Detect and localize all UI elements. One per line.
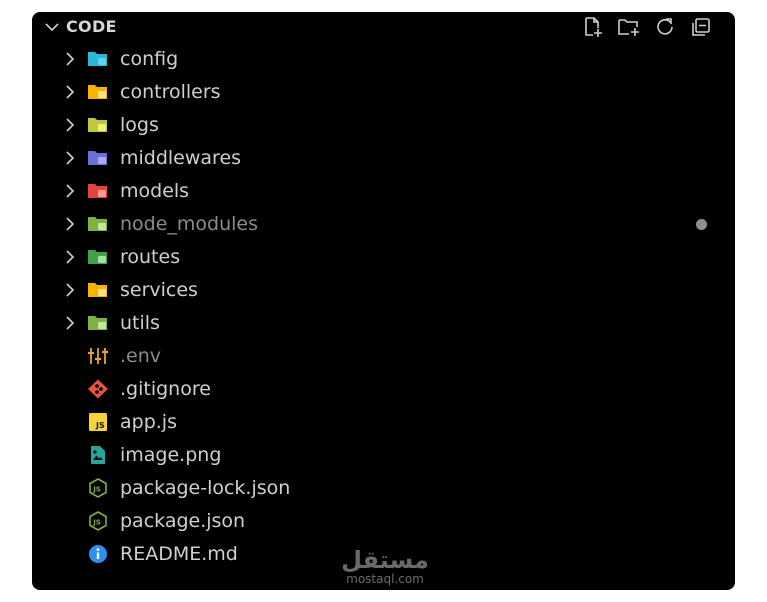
folder-item[interactable]: models bbox=[32, 175, 735, 208]
chevron-right-icon[interactable] bbox=[62, 51, 78, 67]
modified-indicator bbox=[696, 219, 707, 230]
item-label: .env bbox=[120, 345, 162, 367]
folder-models-icon bbox=[87, 181, 109, 201]
nodejs-icon: JS bbox=[87, 478, 109, 498]
refresh-icon[interactable] bbox=[653, 15, 677, 39]
folder-item[interactable]: logs bbox=[32, 109, 735, 142]
env-settings-icon bbox=[87, 346, 109, 366]
folder-logs-icon bbox=[87, 115, 109, 135]
file-item[interactable]: .gitignore bbox=[32, 373, 735, 406]
file-item[interactable]: image.png bbox=[32, 439, 735, 472]
folder-config-icon bbox=[87, 49, 109, 69]
file-item[interactable]: README.md bbox=[32, 538, 735, 571]
file-tree: config controllers logs middlewares models no… bbox=[32, 43, 735, 571]
svg-text:JS: JS bbox=[95, 421, 105, 430]
explorer-title: CODE bbox=[66, 17, 117, 36]
file-item[interactable]: JS package.json bbox=[32, 505, 735, 538]
chevron-right-icon[interactable] bbox=[62, 315, 78, 331]
file-item[interactable]: JS app.js bbox=[32, 406, 735, 439]
explorer-header[interactable]: CODE bbox=[32, 12, 735, 42]
javascript-icon: JS bbox=[87, 412, 109, 432]
item-label: .gitignore bbox=[120, 378, 211, 400]
item-label: models bbox=[120, 180, 190, 202]
explorer-panel: CODE config controllers logs middlewares… bbox=[32, 12, 735, 590]
chevron-down-icon[interactable] bbox=[44, 19, 60, 35]
folder-utils-icon bbox=[87, 313, 109, 333]
watermark-latin: mostaql.com bbox=[346, 572, 424, 586]
item-label: package.json bbox=[120, 510, 246, 532]
new-folder-icon[interactable] bbox=[617, 15, 641, 39]
item-label: app.js bbox=[120, 411, 177, 433]
chevron-right-icon[interactable] bbox=[62, 183, 78, 199]
svg-text:JS: JS bbox=[92, 519, 101, 527]
folder-item[interactable]: routes bbox=[32, 241, 735, 274]
item-label: utils bbox=[120, 312, 160, 334]
item-label: config bbox=[120, 48, 179, 70]
folder-node-icon bbox=[87, 214, 109, 234]
item-label: middlewares bbox=[120, 147, 242, 169]
explorer-actions bbox=[581, 15, 713, 39]
item-label: services bbox=[120, 279, 198, 301]
chevron-right-icon[interactable] bbox=[62, 216, 78, 232]
folder-middlewares-icon bbox=[87, 148, 109, 168]
file-item[interactable]: .env bbox=[32, 340, 735, 373]
folder-item[interactable]: node_modules bbox=[32, 208, 735, 241]
item-label: image.png bbox=[120, 444, 222, 466]
info-icon bbox=[87, 544, 109, 564]
folder-item[interactable]: services bbox=[32, 274, 735, 307]
item-label: README.md bbox=[120, 543, 238, 565]
nodejs-icon: JS bbox=[87, 511, 109, 531]
item-label: logs bbox=[120, 114, 159, 136]
image-file-icon bbox=[87, 445, 109, 465]
folder-item[interactable]: middlewares bbox=[32, 142, 735, 175]
chevron-right-icon[interactable] bbox=[62, 282, 78, 298]
chevron-right-icon[interactable] bbox=[62, 249, 78, 265]
folder-item[interactable]: utils bbox=[32, 307, 735, 340]
chevron-right-icon[interactable] bbox=[62, 150, 78, 166]
chevron-right-icon[interactable] bbox=[62, 117, 78, 133]
git-icon bbox=[87, 379, 109, 399]
item-label: package-lock.json bbox=[120, 477, 291, 499]
item-label: routes bbox=[120, 246, 181, 268]
svg-text:JS: JS bbox=[92, 486, 101, 494]
folder-services-icon bbox=[87, 280, 109, 300]
item-label: node_modules bbox=[120, 213, 259, 235]
folder-controllers-icon bbox=[87, 82, 109, 102]
folder-item[interactable]: controllers bbox=[32, 76, 735, 109]
chevron-right-icon[interactable] bbox=[62, 84, 78, 100]
new-file-icon[interactable] bbox=[581, 15, 605, 39]
item-label: controllers bbox=[120, 81, 221, 103]
folder-routes-icon bbox=[87, 247, 109, 267]
collapse-all-icon[interactable] bbox=[689, 15, 713, 39]
file-item[interactable]: JS package-lock.json bbox=[32, 472, 735, 505]
folder-item[interactable]: config bbox=[32, 43, 735, 76]
